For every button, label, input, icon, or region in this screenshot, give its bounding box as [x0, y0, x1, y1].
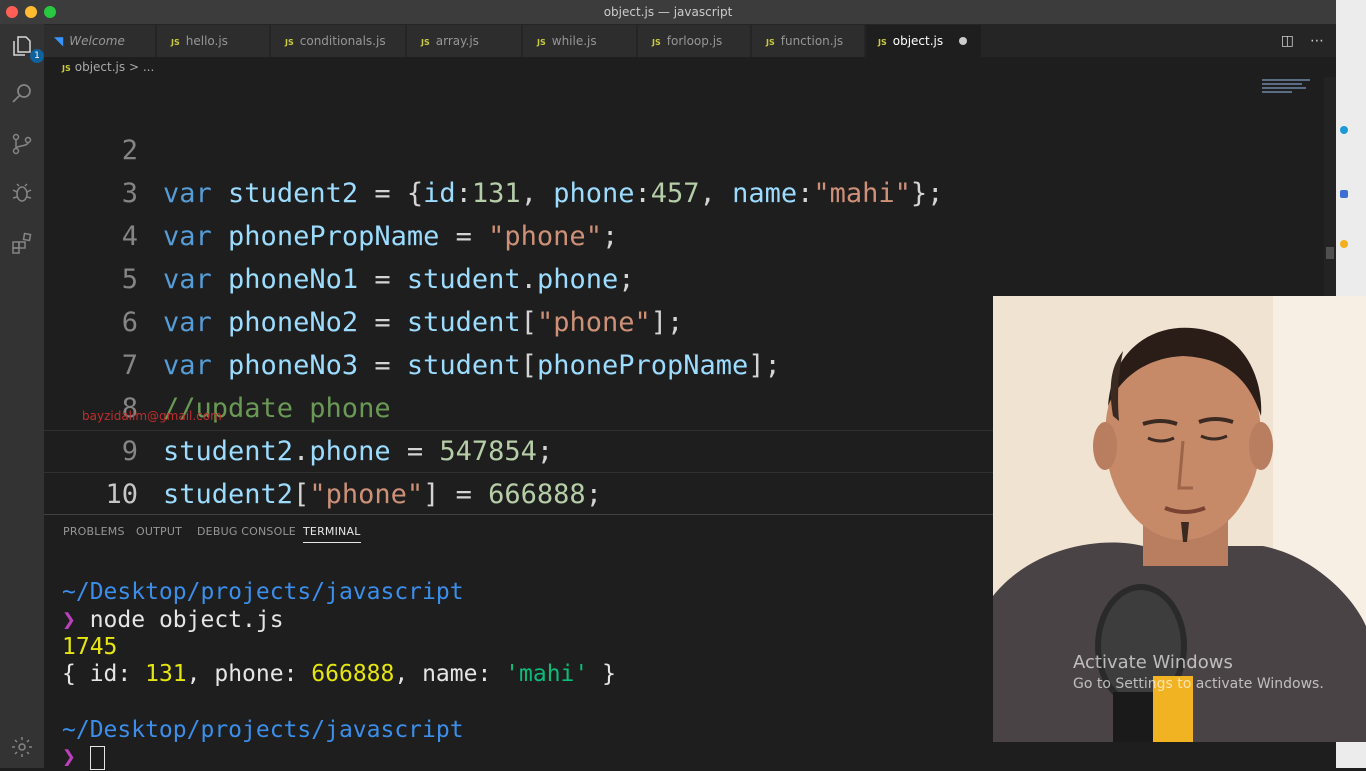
code-line: 6 var phoneNo3 = student[phonePropName];	[44, 258, 1324, 381]
js-file-icon: JS	[878, 38, 887, 47]
js-file-icon: JS	[652, 38, 661, 47]
title-bar: object.js — javascript	[0, 0, 1336, 25]
code-line: 5 var phoneNo2 = student["phone"];	[44, 215, 1324, 338]
terminal-path-line: ~/Desktop/projects/javascript	[62, 717, 464, 743]
js-file-icon: JS	[171, 38, 180, 47]
tab-terminal[interactable]: TERMINAL	[303, 525, 361, 543]
code-line: 3 var phonePropName = "phone";	[44, 129, 1324, 252]
explorer-badge: 1	[30, 49, 44, 63]
extensions-icon[interactable]	[9, 231, 35, 257]
background-app-icon	[1340, 240, 1348, 248]
tab-function-js[interactable]: JS function.js	[752, 25, 865, 57]
js-file-icon: JS	[62, 64, 71, 73]
tab-output[interactable]: OUTPUT	[136, 525, 182, 538]
tab-forloop-js[interactable]: JS forloop.js	[638, 25, 751, 57]
terminal-command-line: ❯ node object.js	[62, 607, 284, 633]
vscode-logo-icon: ◥	[54, 34, 64, 48]
js-file-icon: JS	[537, 38, 546, 47]
terminal-output-line: 1745	[62, 634, 118, 660]
terminal-output-line: { id: 131, phone: 666888, name: 'mahi' }	[62, 661, 616, 687]
split-editor-icon[interactable]: ◫	[1281, 33, 1294, 49]
explorer-icon[interactable]: 1	[9, 34, 44, 63]
prompt-icon: ❯	[62, 744, 76, 770]
activate-windows-subtitle: Go to Settings to activate Windows.	[1073, 676, 1324, 692]
breadcrumb-more[interactable]: ...	[143, 60, 154, 74]
background-app-icon	[1340, 126, 1348, 134]
activity-bar: 1	[0, 24, 44, 768]
activate-windows-title: Activate Windows	[1073, 652, 1233, 673]
tab-object-js[interactable]: JS object.js	[866, 25, 982, 57]
unsaved-dot-icon[interactable]	[959, 37, 967, 45]
background-app-icon	[1340, 190, 1348, 198]
breadcrumb-separator: >	[128, 60, 140, 74]
minimap[interactable]	[1262, 77, 1324, 101]
terminal-cursor[interactable]	[89, 745, 105, 770]
source-control-icon[interactable]	[9, 132, 35, 158]
code-line: 2 var student2 = {id:131, phone:457, nam…	[44, 86, 1324, 209]
email-watermark: bayzidalim@gmail.com	[82, 409, 222, 423]
editor-tab-bar: ◥ Welcome JS hello.js JS conditionals.js JS…	[44, 25, 1336, 57]
tab-welcome[interactable]: ◥ Welcome	[44, 25, 156, 57]
js-file-icon: JS	[421, 38, 430, 47]
js-file-icon: JS	[285, 38, 294, 47]
window-title: object.js — javascript	[603, 5, 733, 19]
more-actions-icon[interactable]: ⋯	[1310, 33, 1324, 49]
code-line: 4 var phoneNo1 = student.phone;	[44, 172, 1324, 295]
tab-debug-console[interactable]: DEBUG CONSOLE	[197, 525, 296, 538]
debug-icon[interactable]	[9, 181, 35, 207]
terminal-input-line[interactable]: ❯	[62, 744, 105, 771]
tab-conditionals-js[interactable]: JS conditionals.js	[271, 25, 406, 57]
tab-array-js[interactable]: JS array.js	[407, 25, 522, 57]
settings-gear-icon[interactable]	[9, 735, 35, 761]
breadcrumb: JS object.js > ...	[44, 57, 1336, 77]
tab-problems[interactable]: PROBLEMS	[63, 525, 125, 538]
tab-while-js[interactable]: JS while.js	[523, 25, 637, 57]
tab-hello-js[interactable]: JS hello.js	[157, 25, 270, 57]
search-icon[interactable]	[9, 82, 35, 108]
activate-windows-watermark: Activate Windows Go to Settings to activ…	[1073, 652, 1324, 692]
tab-actions: ◫ ⋯	[1265, 25, 1324, 57]
js-file-icon: JS	[766, 38, 775, 47]
breadcrumb-file[interactable]: object.js	[75, 60, 125, 74]
scrollbar-thumb[interactable]	[1326, 247, 1334, 259]
prompt-icon: ❯	[62, 607, 76, 633]
terminal-path-line: ~/Desktop/projects/javascript	[62, 579, 464, 605]
